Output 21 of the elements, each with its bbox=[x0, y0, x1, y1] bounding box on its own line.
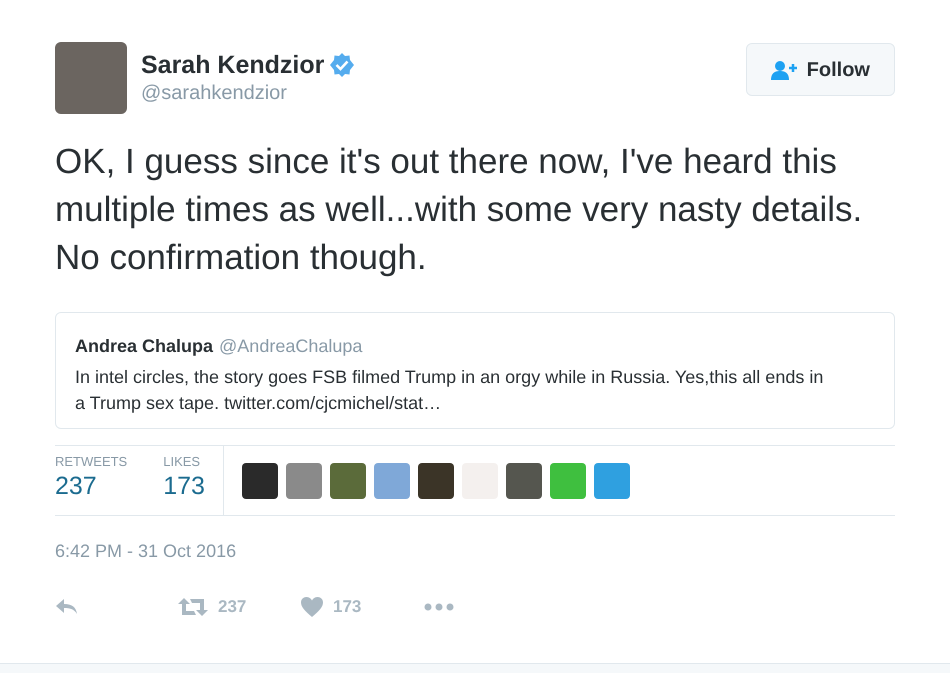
retweet-icon bbox=[178, 597, 208, 617]
tweet-text: OK, I guess since it's out there now, I've heard this multiple times as well...with some very nasty details. No confirmation though. bbox=[55, 141, 864, 279]
quoted-tweet-text: In intel circles, the story goes FSB filmed Trump in an orgy while in Russia. Yes,this all ends in a Trump sex tape. twitter.com/cjcmichel/stat… bbox=[75, 366, 824, 415]
add-user-icon bbox=[770, 60, 799, 80]
liker-avatar-placeholder[interactable] bbox=[242, 462, 278, 498]
author-name: Sarah Kendzior bbox=[141, 50, 324, 80]
stat-count[interactable]: 173 bbox=[163, 470, 205, 502]
follow-button[interactable]: Follow bbox=[746, 43, 895, 96]
avatar-photo-placeholder bbox=[55, 42, 127, 114]
stat-label: LIKES bbox=[163, 454, 202, 470]
quoted-author-name: Andrea Chalupa bbox=[75, 335, 214, 358]
stat-label: RETWEETS bbox=[55, 454, 128, 470]
more-icon bbox=[424, 603, 454, 611]
quoted-tweet-card[interactable]: Andrea Chalupa @AndreaChalupa In intel circles, the story goes FSB filmed Trump in an orgy while in Russia. Yes,this all ends in a Trump sex tape. twitter.com/cjcmichel/stat… bbox=[55, 312, 895, 429]
stat-count[interactable]: 237 bbox=[55, 470, 128, 502]
author-handle: @sarahkendzior bbox=[141, 81, 288, 106]
reply-icon bbox=[55, 598, 79, 616]
quoted-author-handle: @AndreaChalupa bbox=[219, 335, 362, 358]
heart-icon bbox=[301, 597, 323, 617]
liker-avatar-placeholder[interactable] bbox=[506, 462, 542, 498]
liker-avatar-placeholder[interactable] bbox=[418, 462, 454, 498]
